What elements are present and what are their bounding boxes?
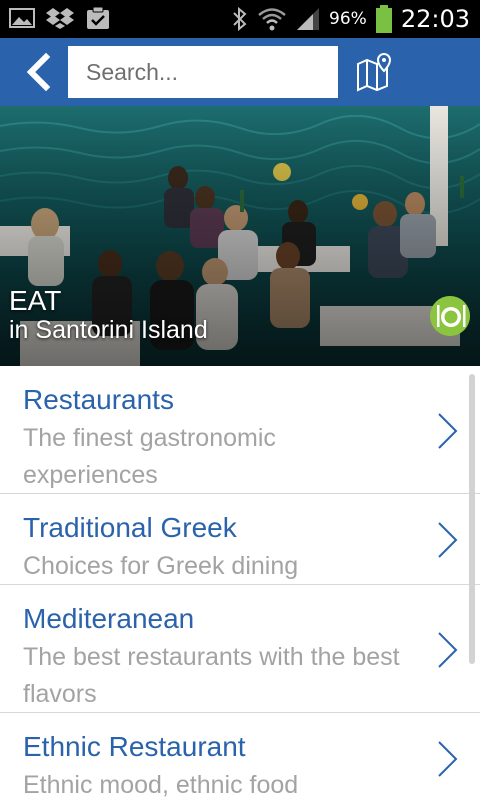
item-description: Ethnic mood, ethnic food <box>23 771 299 799</box>
chevron-right-icon <box>438 632 458 668</box>
chevron-right-icon <box>438 413 458 449</box>
gallery-icon <box>9 8 35 28</box>
plate-cutlery-icon <box>430 296 470 336</box>
notification-icons <box>8 6 112 30</box>
clipboard-check-icon <box>87 6 109 29</box>
item-title: Mediteranean <box>23 603 195 634</box>
wifi-icon <box>258 8 286 31</box>
clock: 22:03 <box>400 5 470 33</box>
item-title: Ethnic Restaurant <box>23 731 246 762</box>
item-title: Traditional Greek <box>23 512 237 543</box>
status-bar: 96% 22:03 <box>0 0 480 38</box>
app-bar <box>0 38 480 106</box>
chevron-left-icon[interactable] <box>20 52 56 92</box>
bluetooth-icon <box>233 6 247 32</box>
list-item[interactable]: Ethnic Restaurant Ethnic mood, ethnic fo… <box>0 713 480 800</box>
chevron-right-icon <box>438 522 458 558</box>
hero-caption: EAT in Santorini Island <box>9 285 208 345</box>
item-description: Choices for Greek dining <box>23 552 299 580</box>
search-input[interactable] <box>68 46 338 98</box>
item-title: Restaurants <box>23 384 174 415</box>
hero-banner: EAT in Santorini Island <box>0 106 480 366</box>
list-item[interactable]: Restaurants The finest gastronomic exper… <box>0 366 480 494</box>
dropbox-icon <box>46 8 74 29</box>
list-item[interactable]: Traditional Greek Choices for Greek dini… <box>0 494 480 585</box>
signal-icon <box>297 8 320 30</box>
item-description: The best restaurants with the best flavo… <box>23 643 400 708</box>
battery-percent: 96% <box>329 9 367 29</box>
category-list: Restaurants The finest gastronomic exper… <box>0 366 480 800</box>
system-icons: 96% 22:03 <box>231 4 470 34</box>
chevron-right-icon <box>438 741 458 777</box>
hero-title: EAT <box>9 285 62 316</box>
list-item[interactable]: Mediteranean The best restaurants with t… <box>0 585 480 713</box>
scrollbar[interactable] <box>469 374 475 664</box>
battery-icon <box>375 5 392 33</box>
item-description: The finest gastronomic experiences <box>23 424 276 489</box>
hero-subtitle: in Santorini Island <box>9 316 208 344</box>
map-pin-icon[interactable] <box>355 52 395 92</box>
